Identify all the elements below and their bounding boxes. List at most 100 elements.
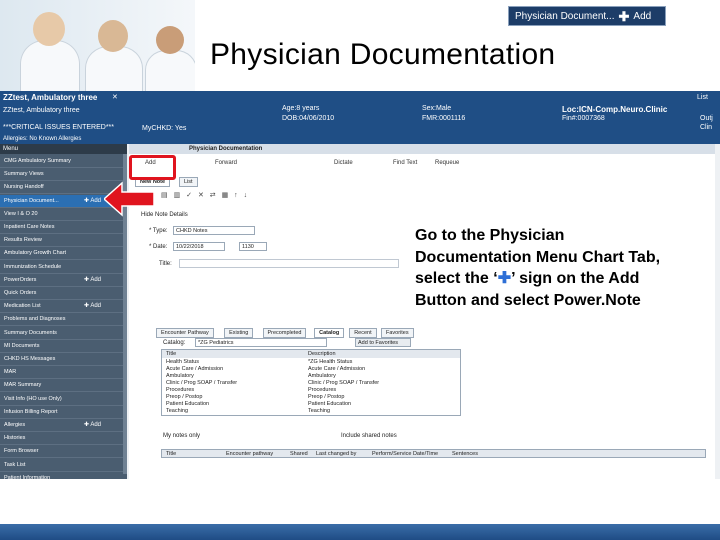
list-col-sentences: Sentences: [452, 451, 478, 457]
instruction-callout: Go to the Physician Documentation Menu C…: [409, 221, 709, 317]
menu-item-label: Nursing Handoff: [4, 184, 44, 191]
menu-item-label: MAR Summary: [4, 382, 42, 389]
menu-item-label: Histories: [4, 435, 26, 442]
date-label: * Date:: [149, 244, 168, 250]
note-tab[interactable]: Precompleted: [262, 328, 307, 338]
menu-item[interactable]: MI Documents: [0, 340, 127, 353]
tree-item-description: Teaching: [308, 408, 331, 414]
plus-icon: ✚: [497, 270, 512, 287]
tree-item-title[interactable]: Preop / Postop: [166, 394, 202, 400]
tree-item-title[interactable]: Ambulatory: [166, 373, 194, 379]
my-notes-only-option[interactable]: My notes only: [163, 433, 200, 439]
tab-list[interactable]: List: [179, 177, 198, 187]
note-tab[interactable]: Encounter Pathway: [156, 328, 214, 338]
callout-line-4: Button and select Power.Note: [415, 291, 641, 309]
menu-item-label: Immunization Schedule: [4, 263, 62, 270]
menu-add-button[interactable]: ✚ Add: [84, 274, 101, 287]
menu-item[interactable]: CHKD HS Messages: [0, 353, 127, 366]
menu-item[interactable]: Quick Orders: [0, 287, 127, 300]
menu-item[interactable]: Allergies ✚ Add: [0, 419, 127, 432]
menu-add-button[interactable]: ✚ Add: [84, 300, 101, 313]
callout-line-3-after: ’ sign on the Add: [511, 270, 640, 287]
close-icon[interactable]: ✕: [112, 93, 118, 101]
tree-item-description: Preop / Postop: [308, 394, 345, 400]
menu-item[interactable]: Immunization Schedule: [0, 261, 127, 274]
menu-item[interactable]: Form Browser: [0, 445, 127, 459]
menu-add-button[interactable]: ✚ Add: [84, 195, 101, 208]
menu-item[interactable]: Results Review: [0, 234, 127, 248]
tree-item-title[interactable]: Procedures: [166, 387, 194, 393]
tree-item-description: Clinic / Prog SOAP / Transfer: [308, 380, 380, 386]
menu-item[interactable]: Task List: [0, 459, 127, 472]
catalog-label: Catalog:: [163, 340, 186, 346]
menu-item[interactable]: CMG Ambulatory Summary: [0, 155, 127, 168]
tree-item-title[interactable]: Patient Education: [166, 401, 209, 407]
tree-item-title[interactable]: Teaching: [166, 408, 188, 414]
toolbar-forward-button[interactable]: Forward: [215, 156, 237, 170]
menu-item[interactable]: Inpatient Care Notes: [0, 221, 127, 234]
menu-item-label: MAR: [4, 369, 17, 376]
physician-document-add-button[interactable]: Physician Document... ✚ Add: [508, 6, 666, 26]
menu-item[interactable]: Medication List ✚ Add: [0, 300, 127, 314]
menu-item-label: PowerOrders: [4, 276, 37, 283]
menu-item-label: Task List: [4, 461, 26, 468]
include-shared-option[interactable]: Include shared notes: [341, 433, 397, 439]
note-tab[interactable]: Existing: [224, 328, 254, 338]
type-select[interactable]: CHKD Notes: [173, 226, 255, 235]
patient-banner: ZZtest, Ambulatory three ✕ ZZtest, Ambul…: [0, 91, 720, 135]
menu-item-label: Summary Documents: [4, 329, 57, 336]
toolbar-find-text-button[interactable]: Find Text: [393, 156, 417, 170]
patient-fin: Fin#:0007368: [562, 115, 605, 122]
tree-title-header: Title: [166, 351, 177, 357]
title-input[interactable]: [179, 259, 399, 268]
note-tab[interactable]: Favorites: [381, 328, 414, 338]
title-label: Title:: [159, 261, 172, 267]
note-tab[interactable]: Recent: [349, 328, 377, 338]
tree-item-title[interactable]: Acute Care / Admission: [166, 366, 223, 372]
menu-header: Menu: [0, 144, 127, 154]
time-input[interactable]: 1130: [239, 242, 267, 251]
date-input[interactable]: 10/22/2018: [173, 242, 225, 251]
menu-item[interactable]: Patient Information: [0, 472, 127, 479]
list-col-changed-by: Last changed by: [316, 451, 357, 457]
menu-item-label: View I & O 20: [4, 210, 38, 217]
slide-title: Physician Documentation: [210, 38, 556, 71]
menu-item-label: Ambulatory Growth Chart: [4, 250, 67, 257]
tree-item-description: Acute Care / Admission: [308, 366, 366, 372]
callout-line-2: Documentation Menu Chart Tab,: [415, 248, 661, 266]
allergies-bar: Allergies: No Known Allergies: [0, 135, 720, 144]
toolbar-requeue-button[interactable]: Requeue: [435, 156, 459, 170]
menu-item[interactable]: Ambulatory Growth Chart: [0, 247, 127, 261]
menu-add-button[interactable]: ✚ Add: [84, 419, 101, 432]
banner-cut-text-2: Clin: [700, 124, 713, 131]
banner-cut-text-1: Outj: [700, 115, 713, 122]
list-link[interactable]: List: [697, 94, 708, 101]
tree-item-title[interactable]: Clinic / Prog SOAP / Transfer: [166, 380, 237, 386]
catalog-select[interactable]: *ZG Pediatrics: [195, 338, 327, 347]
patient-name-secondary: ZZtest, Ambulatory three: [3, 107, 80, 114]
menu-item[interactable]: MAR: [0, 366, 127, 380]
critical-issues: ***CRITICAL ISSUES ENTERED***: [3, 124, 114, 131]
tree-item-description: Ambulatory: [308, 373, 336, 379]
menu-item[interactable]: Infusion Billing Report: [0, 406, 127, 419]
tree-item-description: *ZG Health Status: [308, 359, 353, 365]
menu-item-label: Visit Info (HO use Only): [4, 395, 62, 402]
menu-item[interactable]: Summary Views: [0, 168, 127, 182]
menu-item[interactable]: Summary Documents: [0, 327, 127, 340]
toolbar-dictate-button[interactable]: Dictate: [334, 156, 353, 170]
menu-item[interactable]: MAR Summary: [0, 379, 127, 393]
menu-item-label: Inpatient Care Notes: [4, 224, 55, 230]
menu-item[interactable]: Problems and Diagnoses: [0, 313, 127, 327]
menu-item[interactable]: PowerOrders ✚ Add: [0, 274, 127, 287]
menu-item[interactable]: Visit Info (HO use Only): [0, 393, 127, 406]
menu-item[interactable]: Histories: [0, 432, 127, 446]
menu-item-label: Medication List: [4, 303, 41, 310]
tree-item-description: Procedures: [308, 387, 337, 393]
add-to-favorites-button[interactable]: Add to Favorites: [355, 338, 411, 347]
tree-item-title[interactable]: Health Status: [166, 359, 199, 365]
patient-location: Loc:ICN-Comp.Neuro.Clinic: [562, 105, 668, 114]
documentation-toolbar: Add Forward Dictate Find Text Requeue: [129, 156, 715, 170]
callout-line-3: select the ‘✚’ sign on the Add: [415, 268, 703, 290]
patient-mrn: FMR:0001116: [422, 115, 466, 122]
note-tab[interactable]: Catalog: [314, 328, 345, 338]
